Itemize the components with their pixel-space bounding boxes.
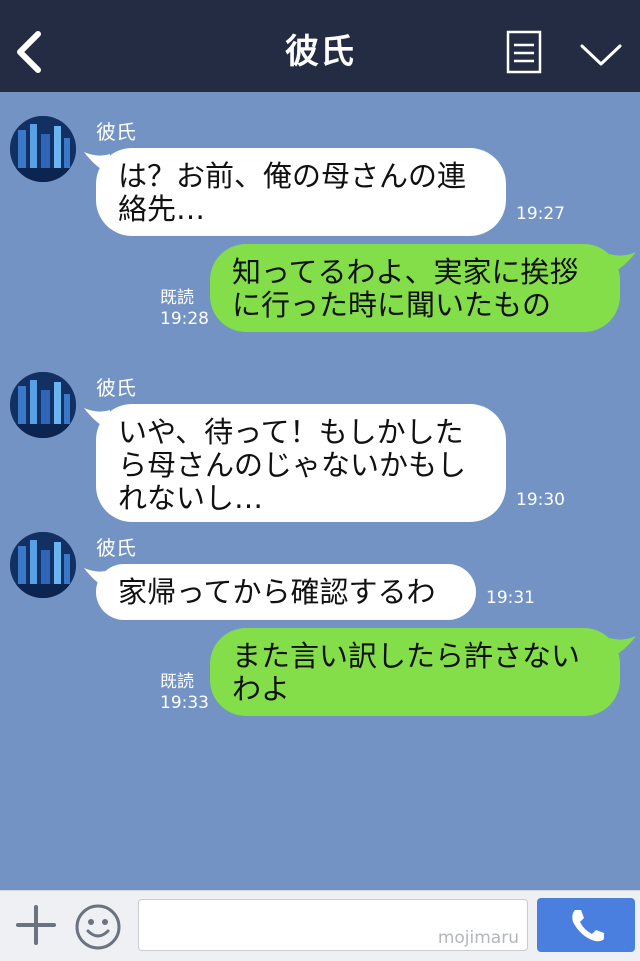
plus-icon	[16, 905, 56, 945]
menu-icon	[506, 30, 542, 74]
smiley-icon	[75, 904, 121, 950]
message-time: 19:27	[516, 204, 565, 224]
message-time: 19:33	[160, 693, 209, 713]
call-button[interactable]	[537, 898, 635, 952]
message-bubble-incoming[interactable]: 家帰ってから確認するわ	[96, 564, 476, 620]
emoji-button[interactable]	[74, 903, 122, 951]
collapse-button[interactable]	[578, 36, 624, 72]
avatar[interactable]	[10, 532, 76, 598]
avatar[interactable]	[10, 372, 76, 438]
sender-name: 彼氏	[96, 120, 136, 144]
message-bubble-incoming[interactable]: いや、待って！もしかした ら母さんのじゃないかもし れないし…	[96, 404, 506, 522]
phone-icon	[572, 910, 604, 942]
message-bubble-outgoing[interactable]: また言い訳したら許さない わよ	[210, 628, 620, 716]
read-receipt: 既読 19:28	[160, 288, 209, 330]
bubble-tail	[610, 636, 636, 658]
chevron-down-icon	[580, 44, 622, 66]
chat-header: 彼氏	[0, 0, 640, 92]
chat-area[interactable]: 彼氏 は？お前、俺の母さんの連 絡先… 19:27 既読 19:28 知ってるわ…	[0, 92, 640, 890]
message-input[interactable]: mojimaru	[138, 899, 528, 951]
sender-name: 彼氏	[96, 536, 136, 560]
chat-title: 彼氏	[285, 32, 355, 72]
message-time: 19:28	[160, 309, 209, 329]
message-time: 19:30	[516, 490, 565, 510]
bubble-tail	[610, 252, 636, 274]
message-bubble-incoming[interactable]: は？お前、俺の母さんの連 絡先…	[96, 148, 506, 236]
read-receipt: 既読 19:33	[160, 672, 209, 714]
input-bar: mojimaru	[0, 890, 640, 961]
add-button[interactable]	[14, 903, 58, 947]
read-label: 既読	[160, 672, 194, 692]
message-time: 19:31	[486, 588, 535, 608]
menu-button[interactable]	[504, 30, 544, 74]
avatar-image	[10, 372, 76, 438]
avatar[interactable]	[10, 116, 76, 182]
sender-name: 彼氏	[96, 376, 136, 400]
avatar-image	[10, 532, 76, 598]
read-label: 既読	[160, 288, 194, 308]
message-bubble-outgoing[interactable]: 知ってるわよ、実家に挨拶 に行った時に聞いたもの	[210, 244, 620, 332]
watermark: mojimaru	[437, 928, 519, 948]
avatar-image	[10, 116, 76, 182]
